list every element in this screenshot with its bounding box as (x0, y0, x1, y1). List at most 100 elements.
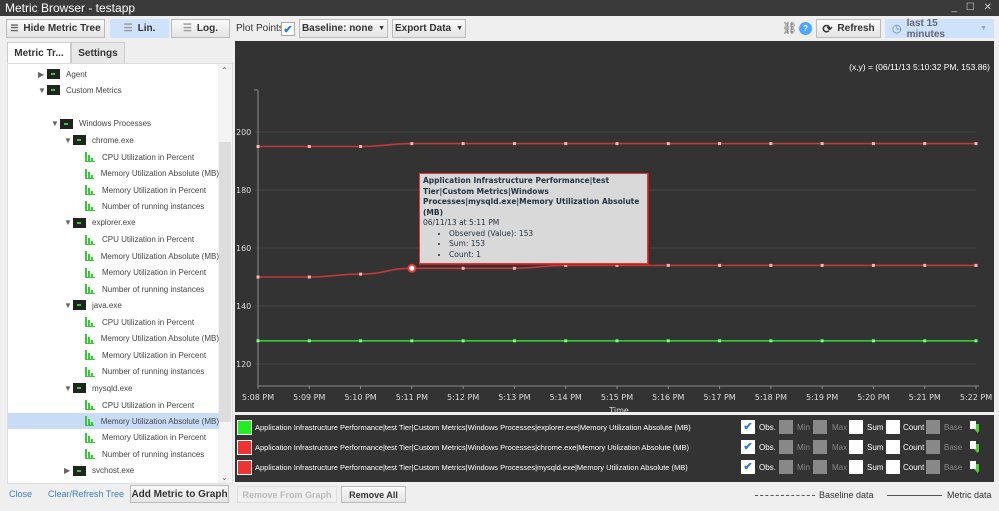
max-checkbox[interactable] (813, 440, 827, 454)
tree-folder[interactable]: ▼ java.exe (8, 297, 219, 313)
tree-metric[interactable]: Memory Utilization Absolute (MB) (8, 166, 219, 182)
legend-row[interactable]: Application Infrastructure Performance|t… (235, 459, 994, 477)
download-icon[interactable] (970, 461, 981, 473)
count-checkbox[interactable] (886, 460, 900, 474)
obs-checkbox[interactable]: ✔ (741, 460, 755, 474)
base-checkbox[interactable] (926, 440, 940, 454)
obs-checkbox[interactable]: ✔ (741, 440, 755, 454)
tree-folder[interactable]: ▶ Agent (8, 66, 219, 82)
data-point (923, 142, 927, 146)
data-point (410, 339, 414, 343)
base-checkbox[interactable] (926, 460, 940, 474)
data-point (820, 339, 824, 343)
chart-area[interactable]: 120 140 160 180 200 5:08 PM 5:09 PM 5:10 PM 5:11… (235, 41, 994, 415)
tab-metric-tree[interactable]: Metric Tr... (7, 42, 71, 64)
base-label: Base (944, 443, 963, 452)
tree-folder[interactable]: ▼ chrome.exe (8, 132, 219, 148)
tree-metric[interactable]: Memory Utilization Absolute (MB) (8, 331, 219, 347)
collapsed-arrow-icon[interactable]: ▶ (64, 466, 73, 475)
expanded-arrow-icon[interactable]: ▼ (64, 384, 73, 393)
clear-refresh-tree-link[interactable]: Clear/Refresh Tree (48, 489, 124, 499)
line-chart[interactable]: 120 140 160 180 200 5:08 PM 5:09 PM 5:10 PM 5:11… (235, 41, 994, 415)
sum-checkbox[interactable] (849, 440, 863, 454)
count-checkbox[interactable] (886, 440, 900, 454)
refresh-button[interactable]: ⟳ Refresh (816, 19, 881, 38)
add-metric-to-graph-button[interactable]: Add Metric to Graph (130, 485, 229, 503)
legend-row[interactable]: Application Infrastructure Performance|t… (235, 439, 994, 457)
help-icon[interactable]: ? (799, 22, 812, 35)
min-checkbox[interactable] (779, 440, 793, 454)
tree-folder[interactable]: ▶ TrustedInstaller.exe (8, 480, 219, 484)
expanded-arrow-icon[interactable]: ▼ (64, 301, 73, 310)
series-color-swatch[interactable] (237, 440, 252, 455)
series-color-swatch[interactable] (237, 420, 252, 435)
base-checkbox[interactable] (926, 420, 940, 434)
time-range-dropdown[interactable]: ◷ last 15 minutes ▼ (885, 18, 994, 40)
collapsed-arrow-icon[interactable]: ▶ (38, 70, 47, 79)
expanded-arrow-icon[interactable]: ▼ (51, 119, 60, 128)
tree-metric[interactable]: Memory Utilization in Percent (8, 265, 219, 281)
hide-metric-tree-button[interactable]: ☰ Hide Metric Tree (6, 19, 105, 38)
download-icon[interactable] (970, 421, 981, 433)
scroll-down-icon[interactable]: ⌄ (221, 473, 228, 482)
expanded-arrow-icon[interactable]: ▼ (38, 86, 47, 95)
tree-metric[interactable]: CPU Utilization in Percent (8, 397, 219, 413)
tree-metric[interactable]: CPU Utilization in Percent (8, 149, 219, 165)
expanded-arrow-icon[interactable]: ▼ (64, 136, 73, 145)
tree-metric[interactable]: Memory Utilization Absolute (MB) (8, 248, 219, 264)
tree-folder[interactable]: ▼ Custom Metrics (8, 82, 219, 98)
data-point (820, 263, 824, 267)
max-checkbox[interactable] (813, 460, 827, 474)
series-color-swatch[interactable] (237, 460, 252, 475)
legend-row[interactable]: Application Infrastructure Performance|t… (235, 419, 994, 437)
tree-metric[interactable]: Number of running instances (8, 198, 219, 214)
window-controls[interactable]: _ ☐ ✕ (952, 0, 995, 16)
tree-metric[interactable]: Memory Utilization in Percent (8, 182, 219, 198)
tree-folder[interactable]: ▼ explorer.exe (8, 215, 219, 231)
max-checkbox[interactable] (813, 420, 827, 434)
plot-points-checkbox[interactable]: ✔ (281, 22, 295, 36)
x-tick-label: 5:11 PM (396, 393, 428, 402)
data-point (615, 339, 619, 343)
tree-node-label: CPU Utilization in Percent (102, 400, 195, 410)
export-data-dropdown[interactable]: Export Data ▼ (392, 19, 466, 38)
count-checkbox[interactable] (886, 420, 900, 434)
obs-checkbox[interactable]: ✔ (741, 420, 755, 434)
tree-scrollbar[interactable]: ⌃ ⌄ (218, 64, 232, 483)
min-checkbox[interactable] (779, 460, 793, 474)
data-point (974, 142, 978, 146)
remove-from-graph-button[interactable]: Remove From Graph (237, 486, 337, 503)
sum-checkbox[interactable] (849, 460, 863, 474)
tree-scroll-thumb[interactable] (219, 142, 231, 422)
expanded-arrow-icon[interactable]: ▼ (64, 218, 73, 227)
collapsed-arrow-icon[interactable]: ▶ (64, 483, 73, 484)
tree-metric[interactable]: Number of running instances (8, 446, 219, 462)
remove-all-button[interactable]: Remove All (341, 486, 406, 503)
tree-metric[interactable]: CPU Utilization in Percent (8, 314, 219, 330)
min-checkbox[interactable] (779, 420, 793, 434)
tree-metric[interactable]: Memory Utilization Absolute (MB) (8, 413, 219, 430)
scroll-up-icon[interactable]: ⌃ (221, 66, 228, 75)
data-point (410, 142, 414, 146)
data-point (461, 339, 465, 343)
tree-metric[interactable]: CPU Utilization in Percent (8, 232, 219, 248)
close-link[interactable]: Close (9, 489, 32, 499)
tree-folder[interactable]: ▼ Windows Processes (8, 116, 219, 132)
tree-metric[interactable]: Number of running instances (8, 281, 219, 297)
tree-metric[interactable]: Memory Utilization in Percent (8, 347, 219, 363)
tree-folder[interactable]: ▶ svchost.exe (8, 463, 219, 479)
log-scale-button[interactable]: ☰ Log. (171, 19, 230, 38)
download-icon[interactable] (970, 441, 981, 453)
linear-scale-button[interactable]: ☰ Lin. (110, 19, 169, 38)
tree-node-label: java.exe (92, 300, 122, 310)
tree-node-label: Memory Utilization in Percent (102, 268, 207, 278)
link-icon[interactable]: ⛓ (782, 21, 797, 35)
tree-metric[interactable]: Number of running instances (8, 364, 219, 380)
refresh-icon: ⟳ (822, 21, 833, 36)
tab-settings[interactable]: Settings (71, 42, 125, 63)
data-point (615, 142, 619, 146)
baseline-dropdown[interactable]: Baseline: none ▼ (299, 19, 388, 38)
tree-metric[interactable]: Memory Utilization in Percent (8, 430, 219, 446)
tree-folder[interactable]: ▼ mysqld.exe (8, 380, 219, 396)
sum-checkbox[interactable] (849, 420, 863, 434)
